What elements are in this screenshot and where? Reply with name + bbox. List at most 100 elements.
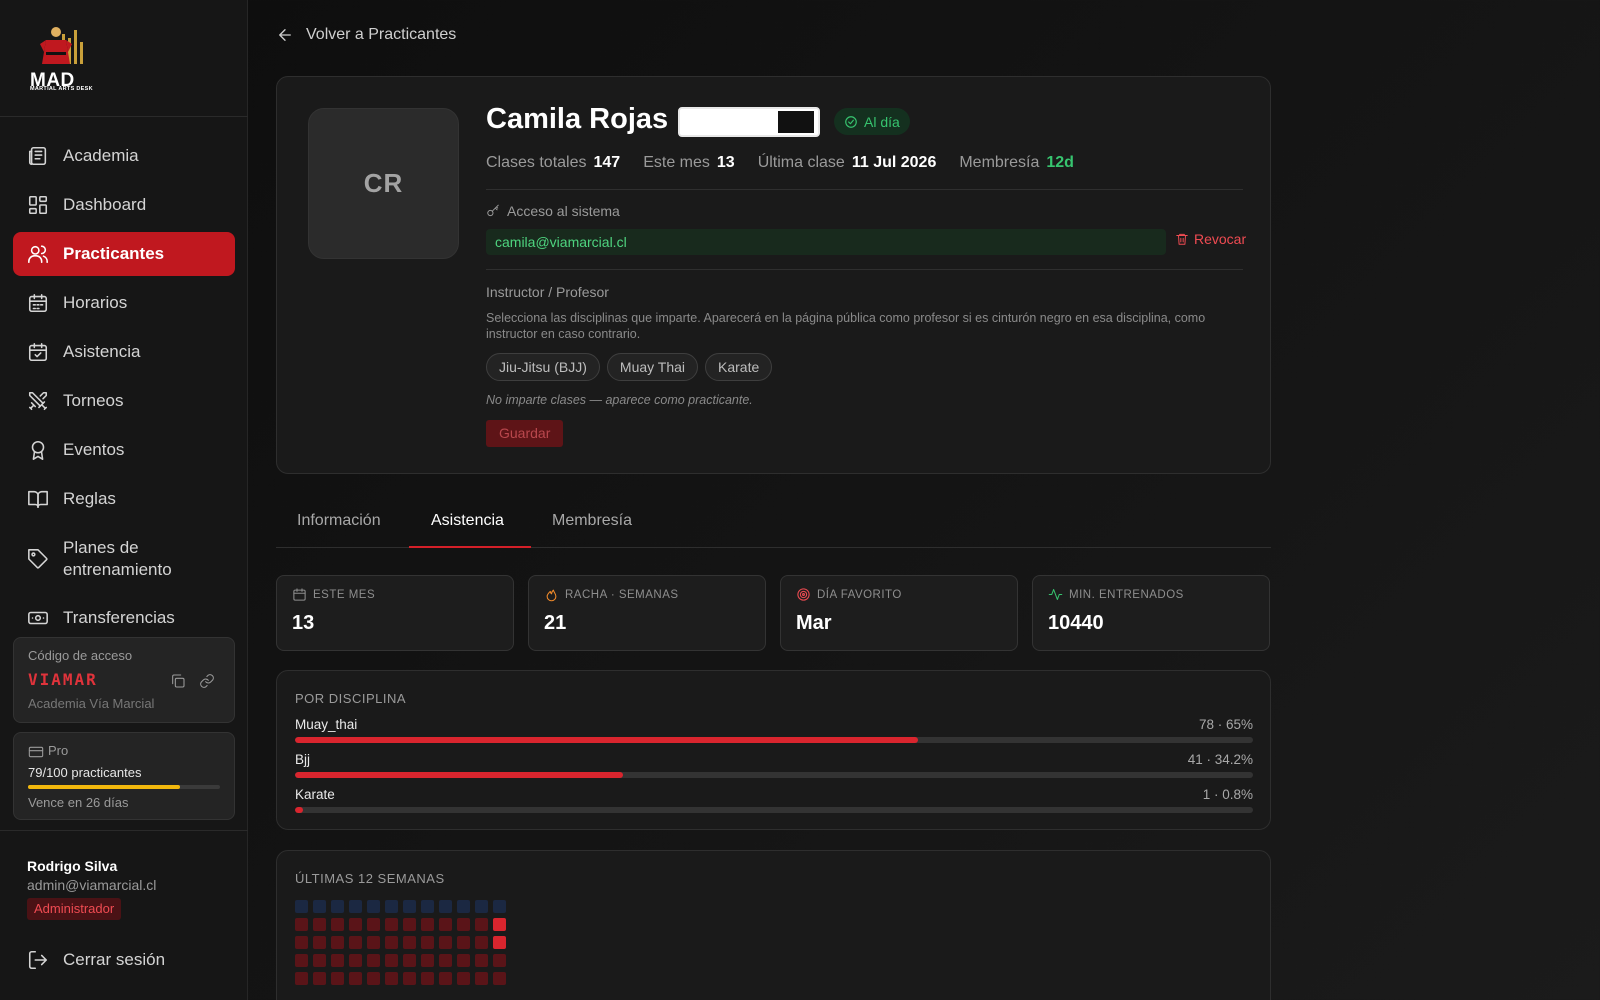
heatmap-cell <box>349 900 362 913</box>
heatmap-cell <box>439 954 452 967</box>
role-badge: Administrador <box>27 898 122 920</box>
tab-membresia[interactable]: Membresía <box>552 512 632 530</box>
save-button[interactable]: Guardar <box>486 420 564 447</box>
stat-card-label: DÍA FAVORITO <box>817 589 902 601</box>
sidebar-item-label: Practicantes <box>63 244 165 263</box>
sidebar-item-eventos[interactable]: Eventos <box>13 428 235 472</box>
stat-card-favorite-day: DÍA FAVORITO Mar <box>780 575 1018 651</box>
heatmap-cell <box>385 900 398 913</box>
sidebar-item-planes[interactable]: Planes de entrenamiento <box>13 532 235 586</box>
heatmap-cell <box>457 900 470 913</box>
heatmap-cell <box>475 936 488 949</box>
sidebar-item-horarios[interactable]: Horarios <box>13 281 235 325</box>
divider <box>486 269 1243 270</box>
stat-label: Última clase <box>757 154 845 171</box>
link-icon[interactable] <box>199 673 215 689</box>
stat-card-value: Mar <box>796 612 832 634</box>
stat-card-value: 21 <box>544 612 567 634</box>
heatmap-cell <box>403 900 416 913</box>
heatmap-cell <box>403 954 416 967</box>
award-icon <box>27 439 49 461</box>
revoke-button[interactable]: Revocar <box>1175 231 1246 247</box>
instructor-description: Selecciona las disciplinas que imparte. … <box>486 311 1206 341</box>
access-code-card: Código de acceso VIAMAR Academia Vía Mar… <box>13 637 235 723</box>
sidebar-item-asistencia[interactable]: Asistencia <box>13 330 235 374</box>
tab-informacion[interactable]: Información <box>297 512 381 530</box>
discipline-name: Muay_thai <box>295 717 358 732</box>
activity-icon <box>1048 587 1064 603</box>
discipline-bar <box>295 737 1253 743</box>
book-icon <box>27 488 49 510</box>
sidebar: MAD MARTIAL ARTS DESK Academia Dashboard… <box>0 0 248 1000</box>
sidebar-item-dashboard[interactable]: Dashboard <box>13 183 235 227</box>
heatmap-cell <box>367 900 380 913</box>
heatmap-cell <box>493 972 506 985</box>
stat-membership: Membresía 12d <box>959 154 1074 172</box>
heatmap-cell <box>385 954 398 967</box>
stat-card-this-month: ESTE MES 13 <box>276 575 514 651</box>
active-tab-indicator <box>409 546 531 548</box>
banknote-icon <box>27 607 49 629</box>
back-link-label: Volver a Practicantes <box>306 26 457 43</box>
stat-card-minutes: MIN. ENTRENADOS 10440 <box>1032 575 1270 651</box>
sidebar-item-academia[interactable]: Academia <box>13 134 235 178</box>
heatmap-cell <box>331 972 344 985</box>
user-name: Rodrigo Silva <box>27 858 118 874</box>
logout-button[interactable]: Cerrar sesión <box>13 938 235 982</box>
stat-value: 147 <box>593 154 621 171</box>
stat-label: Clases totales <box>486 154 587 171</box>
heatmap-cell <box>439 900 452 913</box>
discipline-chips: Jiu-Jitsu (BJJ) Muay Thai Karate <box>486 353 779 381</box>
heatmap-cell <box>475 900 488 913</box>
flame-icon <box>544 587 560 603</box>
sidebar-item-label: Transferencias <box>63 608 175 627</box>
stat-label: Este mes <box>643 154 710 171</box>
sidebar-item-transferencias[interactable]: Transferencias <box>13 596 235 640</box>
section-title: POR DISCIPLINA <box>295 691 407 706</box>
heatmap-cell <box>439 972 452 985</box>
heatmap-cell <box>421 954 434 967</box>
calendar-icon <box>292 587 308 603</box>
dashboard-grid-icon <box>27 194 49 216</box>
logout-icon <box>27 949 49 971</box>
heatmap-cell <box>349 954 362 967</box>
access-code-value: VIAMAR <box>28 670 98 689</box>
stat-this-month: Este mes 13 <box>643 154 734 172</box>
sidebar-item-practicantes[interactable]: Practicantes <box>13 232 235 276</box>
heatmap-cell <box>385 972 398 985</box>
heatmap-cell <box>493 954 506 967</box>
sidebar-item-label: Eventos <box>63 440 125 459</box>
sidebar-item-label: Reglas <box>63 489 116 508</box>
plan-count: 79/100 practicantes <box>28 765 142 780</box>
sidebar-item-torneos[interactable]: Torneos <box>13 379 235 423</box>
sidebar-item-label: Academia <box>63 146 139 165</box>
heatmap-cell <box>313 954 326 967</box>
tab-asistencia[interactable]: Asistencia <box>431 512 504 530</box>
heatmap-cell <box>457 972 470 985</box>
heatmap-cell <box>295 972 308 985</box>
section-title: ÚLTIMAS 12 SEMANAS <box>295 871 445 886</box>
heatmap-cell <box>313 972 326 985</box>
calendar-icon <box>27 292 49 314</box>
heatmap-cell <box>421 972 434 985</box>
heatmap-cell <box>475 954 488 967</box>
heatmap-cell <box>385 936 398 949</box>
back-link[interactable]: Volver a Practicantes <box>276 26 456 44</box>
heatmap-cell <box>457 954 470 967</box>
access-email-field[interactable]: camila@viamarcial.cl <box>486 229 1166 255</box>
heatmap-cell <box>403 936 416 949</box>
discipline-chip[interactable]: Jiu-Jitsu (BJJ) <box>486 353 600 381</box>
sidebar-item-label: Horarios <box>63 293 128 312</box>
heatmap-cell <box>295 900 308 913</box>
discipline-chip[interactable]: Muay Thai <box>606 353 699 381</box>
plan-card: Pro 79/100 practicantes Vence en 26 días <box>13 732 235 820</box>
discipline-bar-fill <box>295 737 918 743</box>
heatmap-cell <box>493 936 506 949</box>
heatmap-cell <box>367 954 380 967</box>
heatmap-cell <box>493 900 506 913</box>
sidebar-item-reglas[interactable]: Reglas <box>13 477 235 521</box>
arrow-left-icon <box>279 29 291 41</box>
copy-icon[interactable] <box>170 673 186 689</box>
discipline-chip[interactable]: Karate <box>705 353 773 381</box>
stat-total-classes: Clases totales 147 <box>486 154 620 172</box>
